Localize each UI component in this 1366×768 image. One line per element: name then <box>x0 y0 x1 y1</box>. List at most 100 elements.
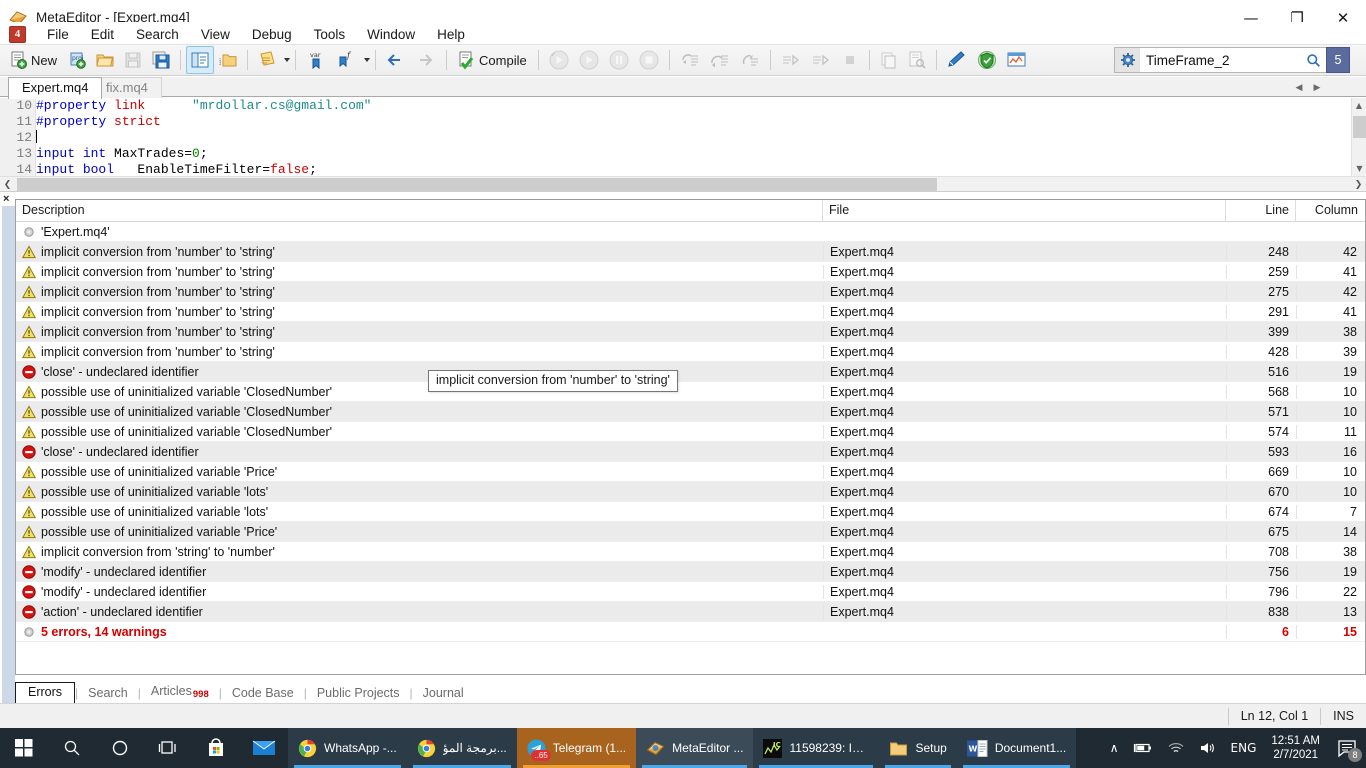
taskbar-app-document1[interactable]: WDocument1... <box>957 728 1076 768</box>
table-row[interactable]: 'close' - undeclared identifierExpert.mq… <box>16 442 1365 462</box>
mql5-storage-button[interactable] <box>972 46 1002 74</box>
search-button[interactable] <box>48 728 96 768</box>
toolbox-button[interactable] <box>214 46 242 74</box>
taskbar-app-whatsapp[interactable]: WhatsApp -... <box>288 728 407 768</box>
debug-start-button[interactable] <box>574 46 604 74</box>
table-row[interactable]: 'Expert.mq4' <box>16 222 1365 242</box>
step-into-button[interactable] <box>675 46 705 74</box>
taskbar-app-[interactable]: برمجة المؤ... <box>407 728 517 768</box>
toolbox-tab-articles[interactable]: Articles998 <box>141 682 219 703</box>
table-row[interactable]: implicit conversion from 'number' to 'st… <box>16 322 1365 342</box>
back-button[interactable] <box>381 46 411 74</box>
table-row[interactable]: 'action' - undeclared identifierExpert.m… <box>16 602 1365 622</box>
toolbox-tab-journal[interactable]: Journal <box>413 684 474 703</box>
stop-button[interactable] <box>836 46 864 74</box>
mail-button[interactable] <box>240 728 288 768</box>
save-button[interactable] <box>119 46 147 74</box>
task-view-button[interactable] <box>144 728 192 768</box>
code-line[interactable]: 11#property strict <box>0 114 1366 130</box>
table-row[interactable]: 'close' - undeclared identifierExpert.mq… <box>16 362 1365 382</box>
debug-pause-button[interactable] <box>604 46 634 74</box>
table-row[interactable]: 'modify' - undeclared identifierExpert.m… <box>16 562 1365 582</box>
table-row[interactable]: possible use of uninitialized variable '… <box>16 422 1365 442</box>
menu-item-edit[interactable]: Edit <box>80 24 125 45</box>
code-editor[interactable]: 10#property link "mrdollar.cs@gmail.com"… <box>0 98 1366 176</box>
table-row[interactable]: possible use of uninitialized variable '… <box>16 402 1365 422</box>
tray-chevron-icon[interactable]: ∧ <box>1103 741 1126 755</box>
table-row[interactable]: 'modify' - undeclared identifierExpert.m… <box>16 582 1365 602</box>
menu-item-tools[interactable]: Tools <box>303 24 357 45</box>
table-row[interactable]: 5 errors, 14 warnings615 <box>16 622 1365 642</box>
scroll-left-icon[interactable]: ❮ <box>0 177 15 192</box>
scroll-up-icon[interactable]: ▲ <box>1352 98 1366 113</box>
scroll-right-icon[interactable]: ❯ <box>1351 177 1366 192</box>
search-icon[interactable] <box>1300 47 1326 73</box>
toolbox-tab-public-projects[interactable]: Public Projects <box>307 684 410 703</box>
search-result-count[interactable]: 5 <box>1326 47 1350 73</box>
code-line[interactable]: 13input int MaxTrades=0; <box>0 146 1366 162</box>
bookmark-button[interactable] <box>253 46 281 74</box>
chart-button[interactable] <box>1002 46 1032 74</box>
forward-button[interactable] <box>411 46 441 74</box>
cortana-button[interactable] <box>96 728 144 768</box>
goto-next-button[interactable] <box>806 46 836 74</box>
table-row[interactable]: implicit conversion from 'number' to 'st… <box>16 342 1365 362</box>
column-header-description[interactable]: Description <box>16 200 823 221</box>
menu-item-debug[interactable]: Debug <box>241 24 303 45</box>
table-row[interactable]: implicit conversion from 'number' to 'st… <box>16 242 1365 262</box>
new-button[interactable]: New <box>4 46 63 74</box>
new-project-button[interactable]: proj <box>63 46 91 74</box>
function-button[interactable]: f <box>331 46 361 74</box>
table-row[interactable]: possible use of uninitialized variable '… <box>16 502 1365 522</box>
run-to-cursor-button[interactable] <box>776 46 806 74</box>
tab-scroll-left-icon[interactable]: ◀ <box>1290 80 1308 96</box>
column-header-file[interactable]: File <box>823 200 1226 221</box>
toolbox-close-icon[interactable]: × <box>3 193 9 205</box>
taskbar-app-setup[interactable]: Setup <box>879 728 956 768</box>
language-indicator[interactable]: ENG <box>1224 741 1264 755</box>
editor-vertical-scrollbar[interactable]: ▲ ▼ <box>1351 98 1366 176</box>
toolbox-tab-code-base[interactable]: Code Base <box>222 684 304 703</box>
toolbox-tab-search[interactable]: Search <box>78 684 138 703</box>
vscroll-thumb[interactable] <box>1353 116 1366 138</box>
table-row[interactable]: possible use of uninitialized variable '… <box>16 462 1365 482</box>
step-over-button[interactable] <box>705 46 735 74</box>
editor-horizontal-scrollbar[interactable]: ❮ ❯ <box>0 176 1366 192</box>
styler-button[interactable] <box>942 46 972 74</box>
toolbox-tab-errors[interactable]: Errors <box>15 682 75 703</box>
copy-style-button[interactable] <box>875 46 903 74</box>
table-row[interactable]: possible use of uninitialized variable '… <box>16 382 1365 402</box>
taskbar-app-telegram-1[interactable]: ..65Telegram (1... <box>517 728 636 768</box>
table-row[interactable]: possible use of uninitialized variable '… <box>16 522 1365 542</box>
scroll-down-icon[interactable]: ▼ <box>1352 161 1366 176</box>
chevron-down-icon[interactable] <box>284 58 290 62</box>
save-all-button[interactable] <box>147 46 175 74</box>
search-input[interactable] <box>1140 47 1300 73</box>
file-tab-fix[interactable]: fix.mq4 <box>92 77 162 98</box>
table-row[interactable]: implicit conversion from 'number' to 'st… <box>16 282 1365 302</box>
column-header-line[interactable]: Line <box>1226 200 1296 221</box>
code-line[interactable]: 10#property link "mrdollar.cs@gmail.com" <box>0 98 1366 114</box>
code-line[interactable]: 14input bool EnableTimeFilter=false; <box>0 162 1366 176</box>
gear-icon[interactable] <box>1114 47 1140 73</box>
tab-scroll-right-icon[interactable]: ▶ <box>1308 80 1326 96</box>
open-button[interactable] <box>91 46 119 74</box>
menu-item-help[interactable]: Help <box>426 24 476 45</box>
table-row[interactable]: possible use of uninitialized variable '… <box>16 482 1365 502</box>
debug-stop-button[interactable] <box>634 46 664 74</box>
hscroll-thumb[interactable] <box>17 178 937 191</box>
table-row[interactable]: implicit conversion from 'string' to 'nu… <box>16 542 1365 562</box>
menu-item-file[interactable]: File <box>36 24 80 45</box>
navigator-button[interactable] <box>186 46 214 74</box>
store-button[interactable] <box>192 728 240 768</box>
table-row[interactable]: implicit conversion from 'number' to 'st… <box>16 302 1365 322</box>
code-line[interactable]: 12 <box>0 130 1366 146</box>
volume-icon[interactable] <box>1192 741 1224 755</box>
compile-button[interactable]: Compile <box>452 46 533 74</box>
chevron-down-icon[interactable] <box>364 58 370 62</box>
column-header-column[interactable]: Column <box>1296 200 1364 221</box>
table-row[interactable]: implicit conversion from 'number' to 'st… <box>16 262 1365 282</box>
step-out-button[interactable] <box>735 46 765 74</box>
taskbar-app-11598239-ic[interactable]: IC11598239: IC... <box>753 728 879 768</box>
taskbar-app-metaeditor[interactable]: MetaEditor ... <box>636 728 753 768</box>
